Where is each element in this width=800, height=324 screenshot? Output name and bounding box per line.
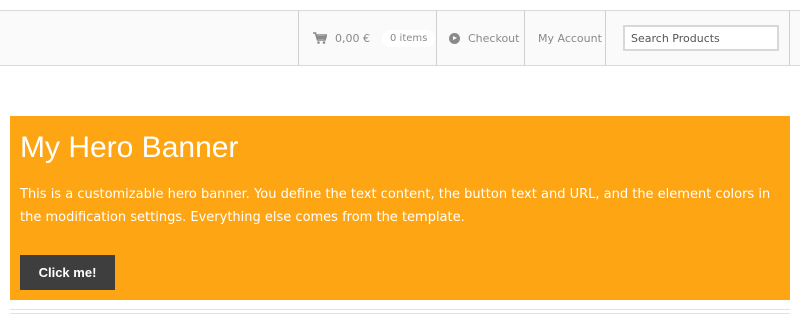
hero-cta-button[interactable]: Click me! [20,255,115,290]
cart-total: 0,00 € [335,31,370,45]
top-strip [0,0,800,10]
search-input[interactable] [623,25,779,51]
hero-title: My Hero Banner [20,131,239,164]
divider [10,309,790,310]
play-circle-icon [449,32,460,44]
hero-description: This is a customizable hero banner. You … [20,187,771,225]
my-account-link[interactable]: My Account [524,11,606,65]
search-container [605,11,790,65]
divider [10,313,790,314]
header-bar: 0,00 € 0 items Checkout My Account [0,10,800,66]
cart-icon [313,32,327,44]
cart-link[interactable]: 0,00 € 0 items [298,11,436,65]
my-account-label: My Account [538,31,602,45]
cart-item-count-badge: 0 items [382,29,436,47]
checkout-label: Checkout [468,31,520,45]
checkout-link[interactable]: Checkout [436,11,524,65]
hero-banner: My Hero Banner This is a customizable he… [10,116,790,300]
